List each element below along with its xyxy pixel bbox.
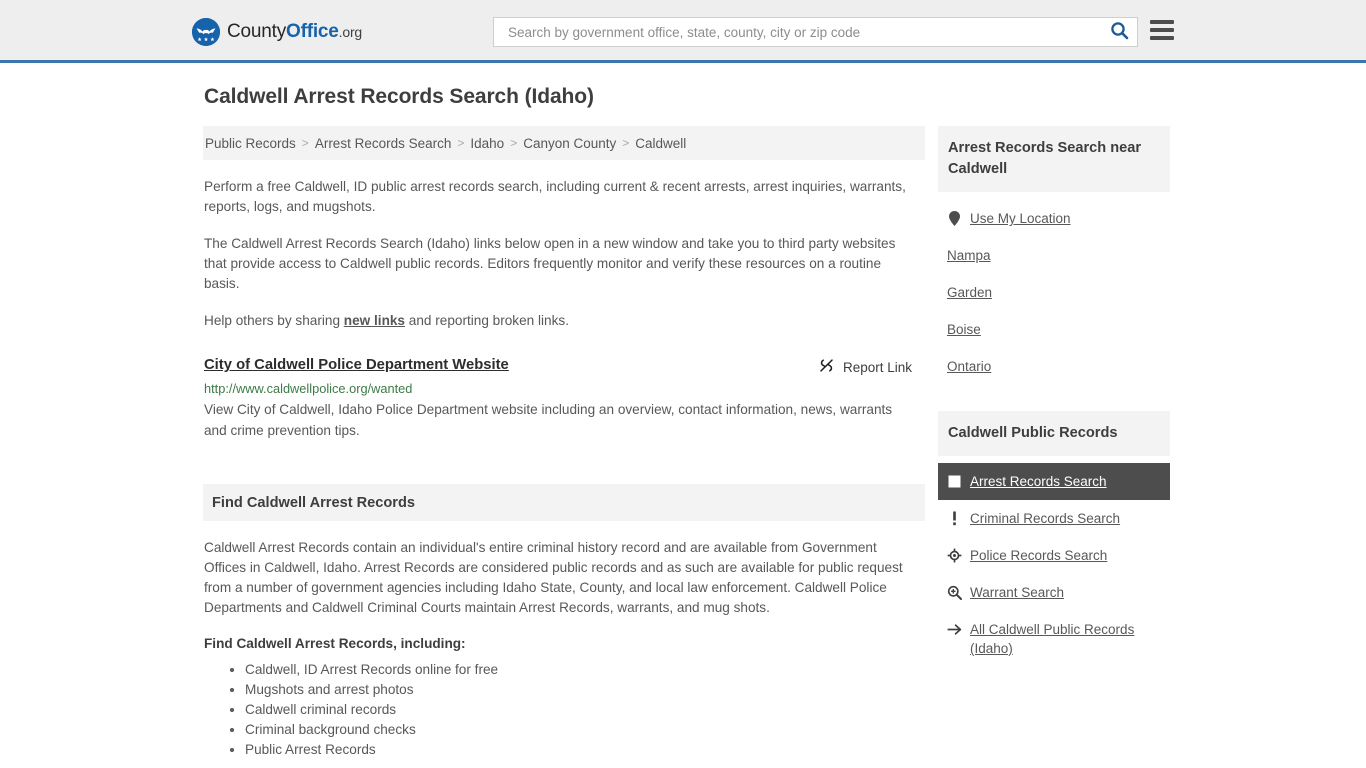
list-item: Caldwell, ID Arrest Records online for f…: [245, 660, 918, 680]
sidebar-public-records-block: Caldwell Public Records Arrest Records S…: [938, 411, 1170, 667]
help-line: Help others by sharing new links and rep…: [204, 311, 918, 331]
sidebar-item-ontario[interactable]: Ontario: [938, 348, 1170, 385]
section-heading-label: Find Caldwell Arrest Records: [212, 494, 416, 511]
list-item: Criminal background checks: [245, 720, 918, 740]
logo-text-org: .org: [338, 24, 363, 40]
sidebar-item-label: All Caldwell Public Records (Idaho): [970, 622, 1135, 656]
hamburger-bar-3: [1150, 36, 1174, 40]
sidebar-item-label: Warrant Search: [970, 585, 1065, 600]
report-link-button[interactable]: Report Link: [818, 357, 918, 377]
list-item: Mugshots and arrest photos: [245, 680, 918, 700]
hamburger-bar-1: [1150, 20, 1174, 24]
logo-wordmark: CountyOffice.org: [227, 21, 362, 43]
breadcrumb: Public Records > Arrest Records Search >…: [203, 126, 925, 160]
hamburger-menu-icon[interactable]: [1150, 20, 1174, 40]
breadcrumb-item-2[interactable]: Idaho: [470, 136, 504, 151]
arrow-right-icon: [947, 622, 962, 637]
sidebar-public-records-list: Arrest Records Search Criminal Records S…: [938, 456, 1170, 667]
sidebar-item-warrant-search[interactable]: Warrant Search: [938, 574, 1170, 611]
intro-paragraph-1: Perform a free Caldwell, ID public arres…: [204, 179, 906, 214]
logo-text-county: County: [227, 21, 287, 42]
help-line-before: Help others by sharing: [204, 313, 344, 328]
sidebar-item-label: Arrest Records Search: [970, 474, 1107, 489]
sidebar-item-label: Boise: [947, 322, 981, 337]
section-heading-find-records: Find Caldwell Arrest Records: [203, 484, 925, 521]
sidebar-item-label: Police Records Search: [970, 548, 1108, 563]
broken-link-icon: [818, 357, 835, 377]
new-links-link[interactable]: new links: [344, 313, 405, 328]
result-header: City of Caldwell Police Department Websi…: [204, 357, 918, 377]
search-bar[interactable]: [493, 17, 1138, 47]
breadcrumb-separator: >: [510, 136, 518, 150]
sidebar-item-use-my-location[interactable]: Use My Location: [938, 200, 1170, 237]
eagle-seal-icon: [192, 18, 220, 46]
sidebar-item-label: Criminal Records Search: [970, 511, 1121, 526]
sidebar-item-garden[interactable]: Garden: [938, 274, 1170, 311]
breadcrumb-separator: >: [622, 136, 630, 150]
help-line-after: and reporting broken links.: [405, 313, 569, 328]
sidebar-item-label: Nampa: [947, 248, 991, 263]
document-square-icon: [947, 474, 962, 489]
search-button[interactable]: [1110, 21, 1129, 43]
magnifier-plus-icon: [947, 585, 962, 600]
sidebar-item-label: Use My Location: [970, 211, 1071, 226]
breadcrumb-separator: >: [457, 136, 465, 150]
sidebar-item-boise[interactable]: Boise: [938, 311, 1170, 348]
report-link-label: Report Link: [842, 359, 912, 375]
breadcrumb-item-3[interactable]: Canyon County: [523, 136, 616, 151]
breadcrumb-item-0[interactable]: Public Records: [205, 136, 296, 151]
sidebar-heading-public-records: Caldwell Public Records: [938, 411, 1170, 456]
logo-text-office: Office: [286, 21, 339, 42]
result-url[interactable]: http://www.caldwellpolice.org/wanted: [204, 381, 918, 396]
sidebar-heading-nearby: Arrest Records Search near Caldwell: [938, 126, 1170, 192]
site-header: CountyOffice.org: [0, 0, 1366, 63]
search-icon: [1110, 21, 1129, 43]
breadcrumb-separator: >: [301, 136, 309, 150]
list-item: Public Arrest Records: [245, 740, 918, 760]
result-title-link[interactable]: City of Caldwell Police Department Websi…: [204, 357, 509, 373]
breadcrumb-item-4[interactable]: Caldwell: [635, 136, 686, 151]
records-list: Caldwell, ID Arrest Records online for f…: [204, 660, 918, 760]
map-pin-icon: [947, 211, 962, 226]
sidebar-item-nampa[interactable]: Nampa: [938, 237, 1170, 274]
sidebar-item-arrest-records-search[interactable]: Arrest Records Search: [938, 463, 1170, 500]
result-item: City of Caldwell Police Department Websi…: [204, 357, 918, 441]
hamburger-bar-2: [1150, 28, 1174, 32]
sidebar: Arrest Records Search near Caldwell Use …: [938, 126, 1170, 667]
intro-paragraph-2: The Caldwell Arrest Records Search (Idah…: [204, 236, 896, 291]
crosshair-badge-icon: [947, 548, 962, 563]
main-content: Caldwell Arrest Records Search (Idaho) P…: [203, 85, 925, 760]
section-paragraph: Caldwell Arrest Records contain an indiv…: [204, 540, 903, 615]
sidebar-item-label: Garden: [947, 285, 993, 300]
list-item: Caldwell criminal records: [245, 700, 918, 720]
site-logo[interactable]: CountyOffice.org: [192, 18, 362, 46]
list-intro: Find Caldwell Arrest Records, including:: [204, 636, 466, 651]
breadcrumb-item-1[interactable]: Arrest Records Search: [315, 136, 452, 151]
result-description: View City of Caldwell, Idaho Police Depa…: [204, 402, 893, 438]
sidebar-item-criminal-records-search[interactable]: Criminal Records Search: [938, 500, 1170, 537]
sidebar-item-all-public-records[interactable]: All Caldwell Public Records (Idaho): [938, 611, 1170, 667]
exclamation-icon: [947, 511, 962, 526]
sidebar-nearby-list: Use My Location Nampa Garden Boise Ontar…: [938, 192, 1170, 385]
page-title: Caldwell Arrest Records Search (Idaho): [204, 85, 594, 108]
sidebar-item-label: Ontario: [947, 359, 992, 374]
search-input[interactable]: [506, 23, 1110, 41]
sidebar-item-police-records-search[interactable]: Police Records Search: [938, 537, 1170, 574]
